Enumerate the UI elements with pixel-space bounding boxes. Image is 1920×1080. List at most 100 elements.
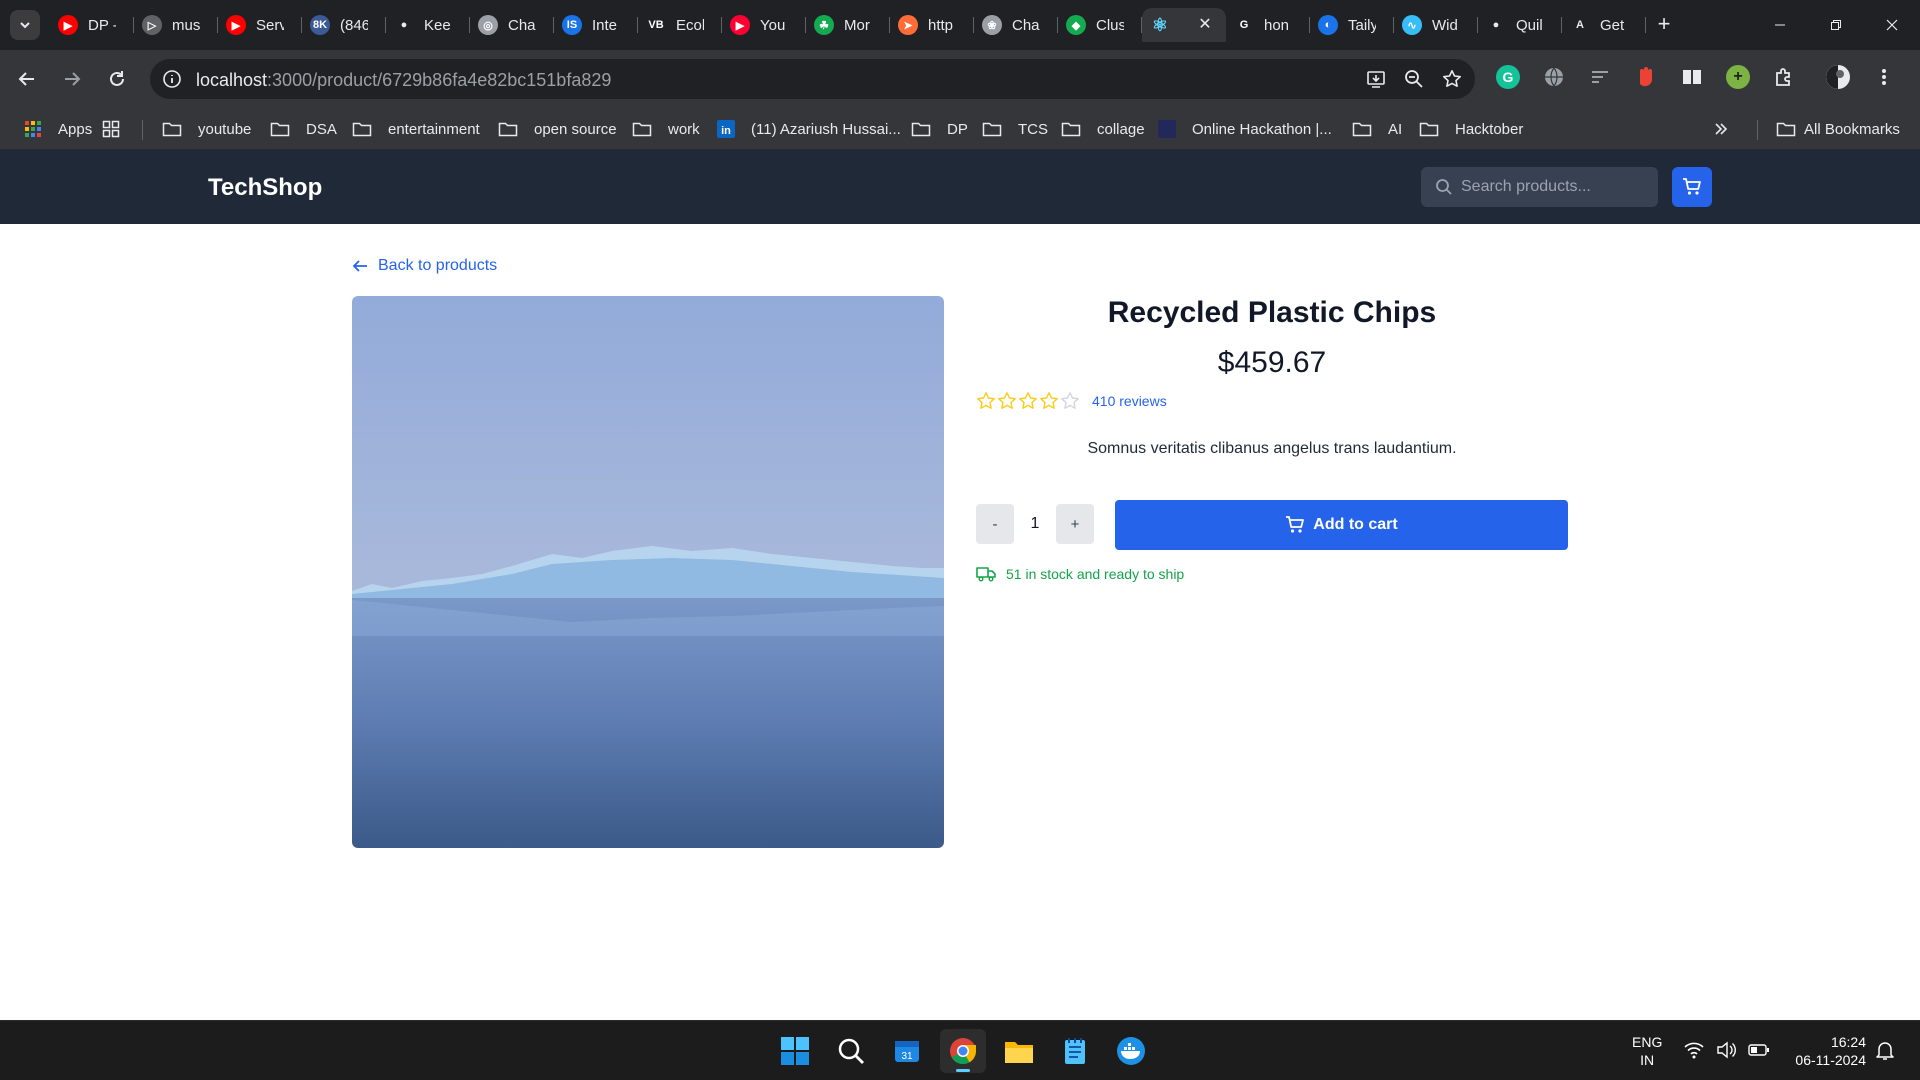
bookmark-item[interactable]: DSA	[270, 117, 337, 141]
svg-text:31: 31	[901, 1051, 913, 1062]
browser-tab[interactable]: Ghon	[1226, 8, 1310, 42]
increase-quantity-button[interactable]: +	[1056, 504, 1094, 544]
bookmark-item[interactable]: Hacktober	[1419, 117, 1523, 141]
clock[interactable]: 16:24 06-11-2024	[1780, 1033, 1866, 1069]
bookmarks-overflow-button[interactable]	[1714, 117, 1736, 141]
browser-tab[interactable]: ◐ Taily	[1310, 8, 1394, 42]
bookmark-item[interactable]: entertainment	[352, 117, 480, 141]
bookmark-item[interactable]: TCS	[982, 117, 1048, 141]
browser-tab[interactable]: ▶ DP -	[50, 8, 134, 42]
globe-icon: ◎	[478, 15, 498, 35]
cart-button[interactable]	[1672, 167, 1712, 207]
browser-tab[interactable]: ⚛ ✕	[1142, 8, 1226, 42]
folder-icon	[270, 121, 298, 137]
browser-tab[interactable]: ▶ Serv	[218, 8, 302, 42]
tab-title: Wid	[1432, 16, 1458, 34]
volume-icon	[1717, 1041, 1736, 1059]
tab-title: Mor	[844, 16, 870, 34]
address-bar[interactable]: localhost:3000/product/6729b86fa4e82bc15…	[150, 59, 1475, 99]
all-bookmarks-button[interactable]: All Bookmarks	[1776, 117, 1900, 141]
browser-tab[interactable]: ◆ Clus	[1058, 8, 1142, 42]
bookmark-item[interactable]: work	[632, 117, 700, 141]
battery-icon	[1748, 1044, 1769, 1056]
bookmark-item[interactable]: AI	[1352, 117, 1402, 141]
new-tab-button[interactable]: +	[1650, 10, 1678, 38]
reload-icon	[110, 71, 124, 86]
notifications-button[interactable]	[1876, 1041, 1894, 1066]
taskbar-docker-app[interactable]	[1108, 1029, 1154, 1073]
forward-button[interactable]	[58, 65, 86, 93]
tab-search-button[interactable]	[10, 10, 40, 40]
taskbar-chrome-app[interactable]	[940, 1029, 986, 1073]
hand-extension-icon[interactable]	[1634, 65, 1658, 89]
site-info-icon[interactable]	[162, 69, 182, 89]
bookmark-item[interactable]	[102, 117, 128, 141]
bookmark-item[interactable]: Online Hackathon |...	[1158, 117, 1332, 141]
install-app-button[interactable]	[1365, 68, 1387, 90]
taskbar-search-button[interactable]	[828, 1029, 874, 1073]
bookmark-item[interactable]: Apps	[24, 117, 92, 141]
bookmark-label: (11) Azariush Hussai...	[751, 120, 901, 138]
search-input[interactable]	[1461, 167, 1651, 207]
browser-tab[interactable]: A Get	[1562, 8, 1646, 42]
add-to-cart-button[interactable]: Add to cart	[1115, 500, 1568, 550]
restore-button[interactable]	[1808, 0, 1864, 50]
bookmark-item[interactable]: in (11) Azariush Hussai...	[717, 117, 901, 141]
browser-tab[interactable]: ▶ You	[722, 8, 806, 42]
windows-start-button[interactable]	[772, 1029, 818, 1073]
back-button[interactable]	[13, 65, 41, 93]
globe-extension-icon[interactable]	[1542, 65, 1566, 89]
bookmark-label: open source	[534, 120, 617, 138]
browser-tab[interactable]: ● Quil	[1478, 8, 1562, 42]
url-path: :3000/product/6729b86fa4e82bc151bfa829	[267, 70, 612, 90]
taskbar-notepad-app[interactable]	[1052, 1029, 1098, 1073]
browser-tab[interactable]: ❀ Cha	[974, 8, 1058, 42]
split-view-icon[interactable]	[1680, 65, 1704, 89]
taskbar-calendar-app[interactable]: 31	[884, 1029, 930, 1073]
browser-tab[interactable]: ● Kee	[386, 8, 470, 42]
bookmark-item[interactable]: DP	[911, 117, 968, 141]
review-count-link[interactable]: 410 reviews	[1092, 393, 1167, 409]
minimize-button[interactable]	[1752, 0, 1808, 50]
tab-title: Quil	[1516, 16, 1543, 34]
browser-tab[interactable]: IS Inte	[554, 8, 638, 42]
arrow-left-icon	[18, 72, 34, 86]
browser-tab[interactable]: ☘ Mor	[806, 8, 890, 42]
bookmark-label: Apps	[58, 120, 93, 138]
browser-tab[interactable]: 8K (846	[302, 8, 386, 42]
bookmark-item[interactable]: collage	[1061, 117, 1145, 141]
browser-tab[interactable]: ◎ Cha	[470, 8, 554, 42]
bookmark-item[interactable]: youtube	[162, 117, 251, 141]
reload-button[interactable]	[103, 65, 131, 93]
reading-list-icon[interactable]	[1588, 65, 1612, 89]
linkedin-icon: in	[717, 120, 743, 138]
system-tray[interactable]	[1684, 1041, 1770, 1059]
url-text[interactable]: localhost:3000/product/6729b86fa4e82bc15…	[196, 70, 611, 91]
zoom-button[interactable]	[1403, 68, 1425, 90]
add-to-cart-label: Add to cart	[1313, 516, 1398, 533]
bookmark-star-button[interactable]	[1441, 68, 1463, 90]
close-window-button[interactable]	[1864, 0, 1920, 50]
browser-tab[interactable]: ▷ mus	[134, 8, 218, 42]
taskbar-file-explorer-app[interactable]	[996, 1029, 1042, 1073]
bookmark-label: collage	[1097, 120, 1145, 138]
browser-tab[interactable]: VB Ecol	[638, 8, 722, 42]
input-language-indicator[interactable]: ENG IN	[1632, 1033, 1662, 1069]
close-tab-icon[interactable]: ✕	[1196, 16, 1214, 34]
back-to-products-link[interactable]: Back to products	[352, 257, 497, 275]
search-box[interactable]	[1421, 167, 1658, 207]
folder-icon	[1419, 121, 1447, 137]
grammarly-icon[interactable]: G	[1496, 65, 1520, 89]
decrease-quantity-button[interactable]: -	[976, 504, 1014, 544]
bookmark-item[interactable]: open source	[498, 117, 617, 141]
site-logo[interactable]: TechShop	[208, 174, 322, 202]
chrome-menu-button[interactable]	[1872, 65, 1896, 89]
chrome-icon	[950, 1038, 977, 1065]
tab-title: DP -	[88, 16, 116, 34]
profile-avatar[interactable]	[1826, 65, 1850, 89]
leaf-icon: ☘	[814, 15, 834, 35]
browser-tab[interactable]: ∿ Wid	[1394, 8, 1478, 42]
browser-tab[interactable]: ➤ http	[890, 8, 974, 42]
plus-extension-icon[interactable]: +	[1726, 65, 1750, 89]
extensions-puzzle-icon[interactable]	[1772, 65, 1796, 89]
